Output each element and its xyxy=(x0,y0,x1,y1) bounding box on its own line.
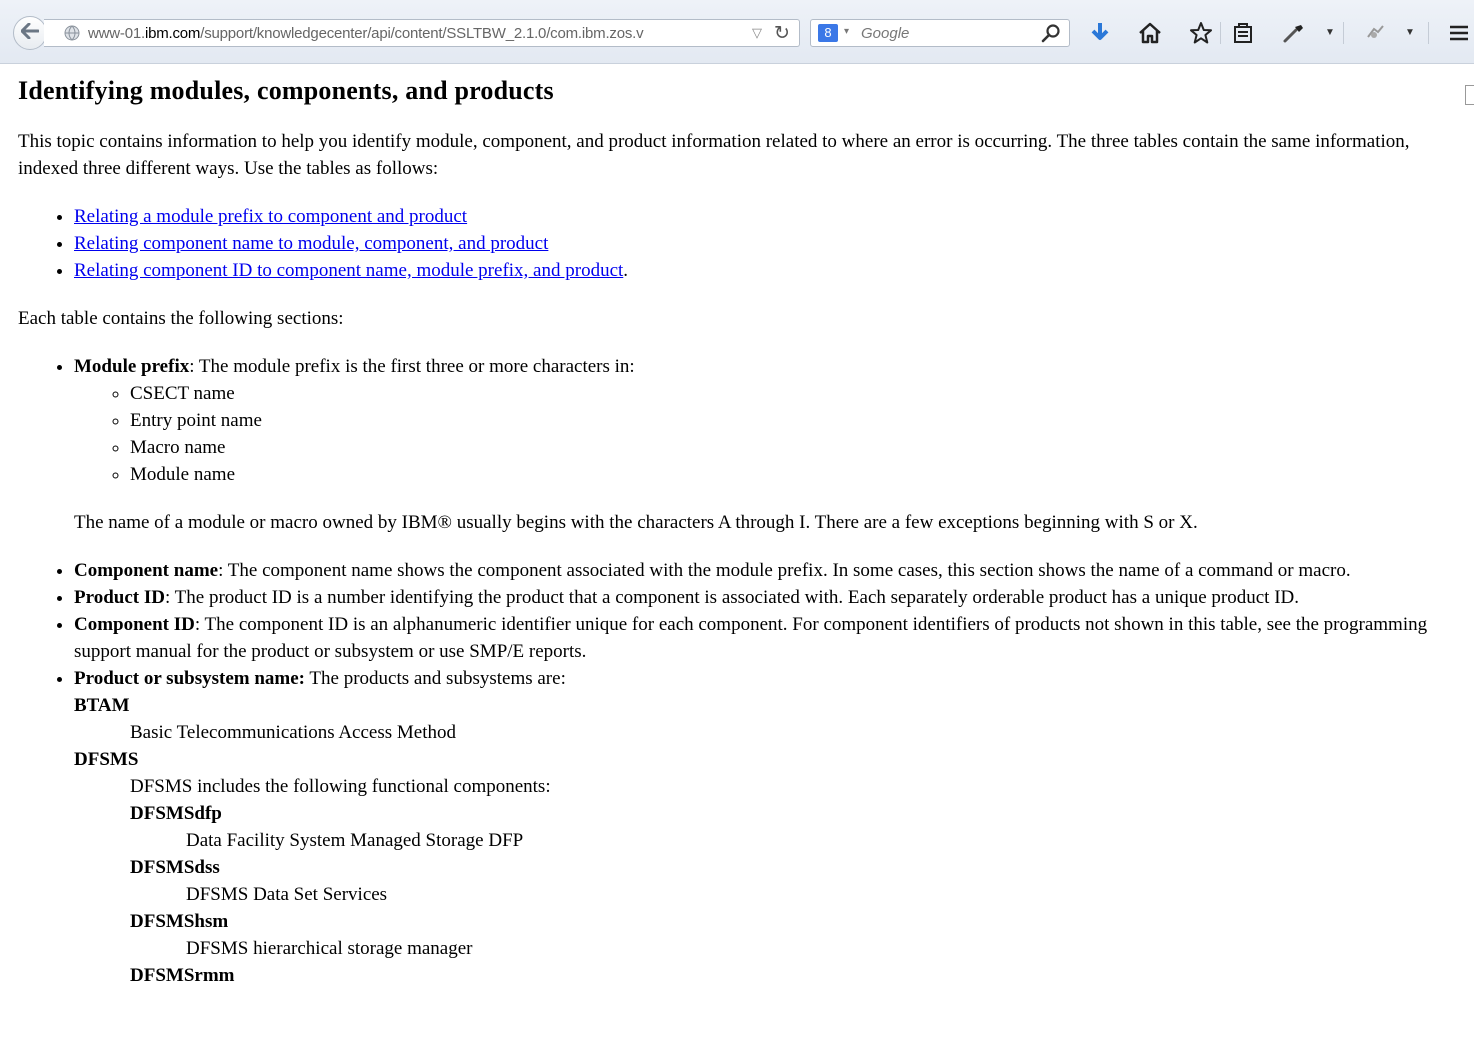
section-term: Component name xyxy=(74,560,219,581)
section-module-prefix: Module prefix: The module prefix is the … xyxy=(74,353,1448,536)
download-icon[interactable] xyxy=(1087,20,1113,46)
search-magnifier-icon[interactable] xyxy=(1041,23,1061,48)
section-term: Product or subsystem name: xyxy=(74,668,305,689)
tool-dropdown-icon[interactable]: ▼ xyxy=(1325,27,1335,38)
globe-icon xyxy=(64,25,80,45)
search-engine-icon[interactable]: 8 xyxy=(818,24,838,42)
component-term-dfsmshsm: DFSMShsm xyxy=(130,911,229,932)
dfsms-components-list: DFSMSdfp Data Facility System Managed St… xyxy=(130,800,1448,989)
page-content: Identifying modules, components, and pro… xyxy=(18,66,1448,989)
section-product-name: Product or subsystem name: The products … xyxy=(74,665,1448,989)
list-item: Module name xyxy=(130,461,1448,488)
menu-icon[interactable] xyxy=(1446,20,1472,46)
section-text: : The product ID is a number identifying… xyxy=(164,587,1299,608)
list-item: Entry point name xyxy=(130,407,1448,434)
home-icon[interactable] xyxy=(1137,20,1163,46)
url-bar[interactable]: www-01.ibm.com/support/knowledgecenter/a… xyxy=(44,19,800,47)
product-definition-list: BTAM Basic Telecommunications Access Met… xyxy=(74,692,1448,989)
reload-icon[interactable]: ↻ xyxy=(774,22,790,45)
section-term: Component ID xyxy=(74,614,195,635)
url-text: www-01.ibm.com/support/knowledgecenter/a… xyxy=(88,25,750,42)
component-desc-dfsmsdss: DFSMS Data Set Services xyxy=(186,884,388,905)
toolbar-separator xyxy=(1343,22,1344,44)
list-item: Relating a module prefix to component an… xyxy=(74,203,1448,230)
link-module-prefix-table[interactable]: Relating a module prefix to component an… xyxy=(74,206,467,227)
back-button[interactable] xyxy=(13,16,47,50)
table-links-list: Relating a module prefix to component an… xyxy=(18,203,1448,284)
component-term-dfsmsdss: DFSMSdss xyxy=(130,857,220,878)
back-arrow-icon xyxy=(20,22,40,44)
component-desc-dfsmsdfp: Data Facility System Managed Storage DFP xyxy=(186,830,524,851)
link-trailing-period: . xyxy=(623,260,629,281)
search-input[interactable]: Google xyxy=(861,25,909,42)
toolbar-separator xyxy=(1220,22,1221,44)
section-text: : The component ID is an alphanumeric id… xyxy=(74,614,1428,662)
section-text: The products and subsystems are: xyxy=(305,668,566,689)
browser-toolbar: www-01.ibm.com/support/knowledgecenter/a… xyxy=(0,0,1474,64)
list-item: Relating component ID to component name,… xyxy=(74,257,1448,284)
component-term-dfsmsdfp: DFSMSdfp xyxy=(130,803,222,824)
sections-intro: Each table contains the following sectio… xyxy=(18,308,344,329)
section-term: Product ID xyxy=(74,587,165,608)
component-term-dfsmsrmm: DFSMSrmm xyxy=(130,965,235,986)
product-desc-dfsms: DFSMS includes the following functional … xyxy=(130,773,1448,989)
dfsms-intro: DFSMS includes the following functional … xyxy=(130,776,551,797)
ibm-naming-note: The name of a module or macro owned by I… xyxy=(74,512,1198,533)
product-term-dfsms: DFSMS xyxy=(74,749,139,770)
search-engine-dropdown-icon[interactable]: ▾ xyxy=(844,26,849,37)
list-item: Relating component name to module, compo… xyxy=(74,230,1448,257)
module-prefix-sublist: CSECT name Entry point name Macro name M… xyxy=(74,380,1448,488)
addon-icon[interactable] xyxy=(1362,20,1388,46)
url-path: /support/knowledgecenter/api/content/SSL… xyxy=(200,25,644,42)
product-desc-btam: Basic Telecommunications Access Method xyxy=(130,722,456,743)
toolbar-separator xyxy=(1428,22,1429,44)
list-item: Macro name xyxy=(130,434,1448,461)
sections-list: Module prefix: The module prefix is the … xyxy=(18,353,1448,989)
url-dropdown-icon[interactable]: ▽ xyxy=(752,25,762,41)
reading-list-icon[interactable] xyxy=(1230,20,1256,46)
bookmark-star-icon[interactable] xyxy=(1188,20,1214,46)
addon-dropdown-icon[interactable]: ▼ xyxy=(1405,27,1415,38)
component-desc-dfsmshsm: DFSMS hierarchical storage manager xyxy=(186,938,473,959)
section-component-id: Component ID: The component ID is an alp… xyxy=(74,611,1448,665)
section-component-name: Component name: The component name shows… xyxy=(74,557,1448,584)
section-text: : The component name shows the component… xyxy=(218,560,1351,581)
intro-paragraph: This topic contains information to help … xyxy=(18,131,1410,179)
section-product-id: Product ID: The product ID is a number i… xyxy=(74,584,1448,611)
url-host-domain: ibm.com xyxy=(144,25,201,42)
section-term: Module prefix xyxy=(74,356,190,377)
section-text: : The module prefix is the first three o… xyxy=(189,356,635,377)
link-component-name-table[interactable]: Relating component name to module, compo… xyxy=(74,233,548,254)
page-title: Identifying modules, components, and pro… xyxy=(18,76,554,105)
tool-icon[interactable] xyxy=(1281,20,1307,46)
product-term-btam: BTAM xyxy=(74,695,130,716)
scrollbar[interactable] xyxy=(1465,85,1474,105)
link-component-id-table[interactable]: Relating component ID to component name,… xyxy=(74,260,623,281)
list-item: CSECT name xyxy=(130,380,1448,407)
url-host-prefix: www-01. xyxy=(88,25,145,42)
search-bar[interactable]: 8 ▾ Google xyxy=(810,19,1070,47)
